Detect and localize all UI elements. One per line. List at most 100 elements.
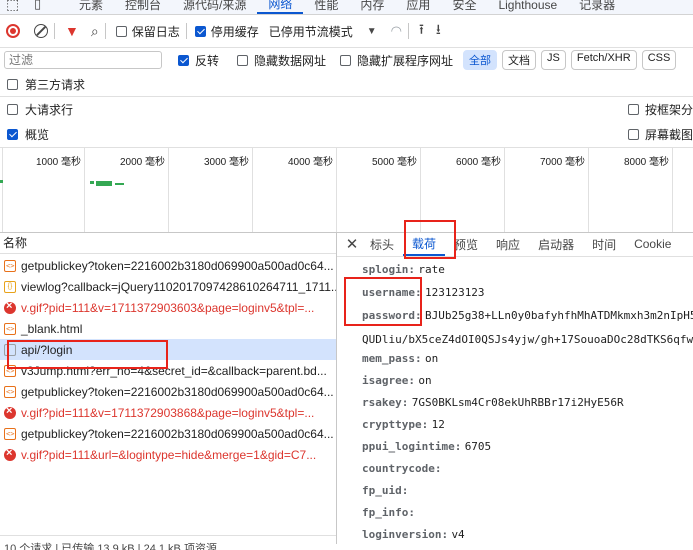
document-icon: [4, 259, 16, 272]
hide-ext-urls-label: 隐藏扩展程序网址: [357, 53, 454, 68]
payload-key: fp_info:: [362, 506, 415, 519]
screenshots-checkbox[interactable]: [628, 128, 639, 140]
third-party-row: 第三方请求: [0, 74, 85, 94]
big-rows-checkbox[interactable]: [7, 103, 18, 115]
preserve-log-label: 保留日志: [131, 24, 180, 39]
name-column-header[interactable]: 名称: [0, 232, 336, 254]
type-filter-0[interactable]: 全部: [463, 50, 498, 70]
device-toolbar-icon[interactable]: ▯: [34, 0, 41, 12]
request-row[interactable]: v.gif?pid=111&v=1711372903868&page=login…: [0, 402, 336, 423]
timeline-tick-label: 8000 毫秒: [623, 157, 669, 168]
big-rows-label: 大请求行: [25, 102, 74, 117]
type-filter-1[interactable]: 文档: [502, 50, 537, 70]
record-icon[interactable]: [6, 24, 20, 38]
search-icon[interactable]: ⌕: [91, 23, 99, 40]
divider: [104, 23, 106, 39]
top-tab-6[interactable]: 应用: [395, 0, 441, 14]
divider: [185, 23, 187, 39]
top-tab-4[interactable]: 性能: [303, 0, 349, 14]
payload-key: mem_pass:: [362, 352, 422, 365]
group-by-frame-checkbox[interactable]: [628, 103, 639, 115]
hide-data-urls-checkbox[interactable]: [237, 54, 249, 66]
payload-row: loginversion: v4: [362, 527, 465, 541]
filter-bar: 反转 隐藏数据网址 隐藏扩展程序网址 全部文档JSFetch/XHRCSS: [0, 48, 693, 72]
timeline-gridline: [252, 148, 253, 232]
request-row[interactable]: getpublickey?token=2216002b3180d069900a5…: [0, 255, 336, 276]
top-tab-5[interactable]: 内存: [349, 0, 395, 14]
export-icon[interactable]: ⭳: [436, 19, 441, 43]
detail-tab-5[interactable]: 时间: [583, 232, 625, 256]
timeline-tick-label: 2000 毫秒: [119, 157, 165, 168]
import-icon[interactable]: ⭱: [419, 19, 424, 43]
payload-key: countrycode:: [362, 462, 442, 475]
request-name: _blank.html: [21, 321, 83, 336]
third-party-checkbox[interactable]: [7, 78, 18, 90]
payload-row: countrycode:: [362, 461, 441, 475]
payload-key: rsakey:: [362, 396, 409, 409]
document-icon: [4, 427, 16, 440]
request-name: v.gif?pid=111&url=&logintype=hide&merge=…: [21, 447, 317, 462]
request-row[interactable]: getpublickey?token=2216002b3180d069900a5…: [0, 381, 336, 402]
detail-tab-0[interactable]: 标头: [361, 232, 403, 256]
top-tab-8[interactable]: Lighthouse: [487, 0, 568, 14]
request-name: viewlog?callback=jQuery11020170974286102…: [21, 279, 336, 294]
top-tab-0[interactable]: 元素: [68, 0, 114, 14]
overview-checkbox[interactable]: [7, 128, 18, 140]
third-party-label: 第三方请求: [25, 77, 86, 92]
detail-tab-bar: ✕ 标头 载荷 预览 响应 启动器 时间 Cookie: [337, 232, 693, 257]
top-tab-3[interactable]: 网络: [257, 0, 304, 14]
document-icon: [4, 322, 16, 335]
chevron-down-icon[interactable]: ▼: [367, 26, 377, 37]
request-row[interactable]: {} viewlog?callback=jQuery110201709742861…: [0, 276, 336, 297]
payload-row: splogin: rate: [362, 262, 445, 276]
network-toolbar: ▼ ⌕ 保留日志 停用缓存 已停用节流模式 ▼ ◠ ⭱ ⭳: [0, 15, 693, 48]
document-icon: [4, 385, 16, 398]
hide-ext-urls-checkbox[interactable]: [340, 54, 352, 66]
top-tab-9[interactable]: 记录器: [568, 0, 626, 14]
detail-tab-4[interactable]: 启动器: [529, 232, 583, 256]
timeline-tick-label: 3000 毫秒: [203, 157, 249, 168]
payload-row: fp_uid:: [362, 483, 408, 497]
payload-key: isagree:: [362, 374, 415, 387]
payload-row: rsakey: 7GS0BKLsm4Cr08ekUhRBBr17i2HyE56R: [362, 395, 624, 409]
timeline-tick-label: 1000 毫秒: [35, 157, 81, 168]
type-filter-4[interactable]: CSS: [641, 50, 677, 70]
top-tab-1[interactable]: 控制台: [114, 0, 172, 14]
type-filter-2[interactable]: JS: [541, 50, 566, 70]
clear-icon[interactable]: [34, 24, 48, 38]
request-row[interactable]: getpublickey?token=2216002b3180d069900a5…: [0, 423, 336, 444]
inspect-icon[interactable]: ⬚: [6, 0, 19, 13]
request-row[interactable]: v.gif?pid=111&url=&logintype=hide&merge=…: [0, 444, 336, 465]
timeline-gridline: [168, 148, 169, 232]
detail-tab-6[interactable]: Cookie: [625, 232, 680, 256]
filter-input[interactable]: [4, 51, 162, 69]
request-row[interactable]: _blank.html: [0, 318, 336, 339]
wifi-icon[interactable]: ◠: [391, 23, 402, 39]
payload-value: on: [424, 352, 439, 365]
highlight-box-credentials: [344, 277, 422, 326]
payload-value: 123123123: [424, 286, 485, 299]
timeline-gridline: [588, 148, 589, 232]
invert-checkbox[interactable]: [178, 54, 189, 66]
payload-key: crypttype:: [362, 418, 429, 431]
timeline-gridline: [672, 148, 673, 232]
preserve-log-checkbox[interactable]: [115, 25, 127, 37]
timeline-tick-label: 7000 毫秒: [539, 157, 585, 168]
payload-row: QUDliu/bX5ceZ4dOI0QSJs4yjw/gh+17SouoaDOc…: [362, 332, 693, 346]
divider: [408, 23, 409, 39]
payload-row: fp_info:: [362, 505, 415, 519]
top-tab-2[interactable]: 源代码/来源: [172, 0, 257, 14]
disable-cache-checkbox[interactable]: [194, 25, 206, 37]
filter-icon[interactable]: ▼: [65, 23, 79, 39]
error-icon: [4, 300, 16, 314]
payload-row: isagree: on: [362, 373, 432, 387]
request-row[interactable]: v.gif?pid=111&v=1711372903603&page=login…: [0, 297, 336, 318]
big-rows-row: 大请求行: [0, 99, 73, 119]
payload-key: loginversion:: [362, 528, 449, 541]
top-tab-7[interactable]: 安全: [441, 0, 487, 14]
status-bar: 10 个请求 | 已传输 13.9 kB | 24.1 kB 项资源: [0, 535, 336, 550]
detail-tab-3[interactable]: 响应: [487, 232, 529, 256]
throttle-select[interactable]: 已停用节流模式: [269, 23, 353, 40]
type-filter-3[interactable]: Fetch/XHR: [570, 50, 637, 70]
timeline-overview[interactable]: 1000 毫秒 2000 毫秒 3000 毫秒 4000 毫秒 5000 毫秒 6000 …: [0, 147, 693, 233]
